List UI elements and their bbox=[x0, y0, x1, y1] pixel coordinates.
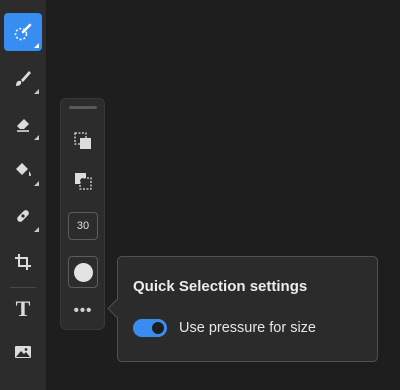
brush-size-field[interactable]: 30 bbox=[68, 212, 98, 240]
tool-options-bar: 30 ••• bbox=[60, 98, 105, 330]
toggle-knob bbox=[152, 322, 164, 334]
paint-bucket-tool[interactable] bbox=[4, 151, 42, 189]
quick-selection-settings-popover: Quick Selection settings Use pressure fo… bbox=[117, 256, 378, 362]
toolbar-divider bbox=[10, 287, 36, 288]
brush-settings-button[interactable] bbox=[68, 256, 98, 288]
bandage-icon bbox=[17, 210, 29, 222]
paint-bucket-icon bbox=[16, 163, 31, 177]
popover-title: Quick Selection settings bbox=[133, 278, 308, 295]
subtract-from-selection-button[interactable] bbox=[68, 166, 98, 196]
quick-selection-brush-icon bbox=[14, 23, 32, 41]
type-tool[interactable]: T bbox=[4, 290, 42, 328]
eraser-icon bbox=[17, 119, 29, 132]
brush-icon bbox=[16, 71, 31, 86]
add-to-selection-button[interactable] bbox=[68, 126, 98, 156]
eraser-tool[interactable] bbox=[4, 105, 42, 143]
type-icon: T bbox=[15, 296, 31, 321]
add-to-selection-icon bbox=[74, 132, 91, 149]
brush-preview bbox=[73, 262, 93, 282]
crop-tool[interactable] bbox=[4, 243, 42, 281]
submenu-indicator bbox=[34, 43, 39, 48]
submenu-indicator bbox=[34, 227, 39, 232]
more-options-button[interactable]: ••• bbox=[68, 295, 98, 325]
pressure-toggle[interactable] bbox=[133, 319, 167, 337]
pressure-toggle-row: Use pressure for size bbox=[133, 319, 316, 337]
quick-selection-tool[interactable] bbox=[4, 13, 42, 51]
crop-icon bbox=[15, 254, 31, 270]
toolbar: T bbox=[0, 0, 47, 390]
submenu-indicator bbox=[34, 135, 39, 140]
image-icon bbox=[15, 346, 31, 358]
brush-tool[interactable] bbox=[4, 59, 42, 97]
healing-tool[interactable] bbox=[4, 197, 42, 235]
pressure-toggle-label: Use pressure for size bbox=[179, 320, 316, 336]
drag-handle[interactable] bbox=[69, 106, 97, 109]
subtract-from-selection-icon bbox=[75, 173, 92, 190]
submenu-indicator bbox=[34, 89, 39, 94]
image-tool[interactable] bbox=[4, 333, 42, 371]
submenu-indicator bbox=[34, 181, 39, 186]
